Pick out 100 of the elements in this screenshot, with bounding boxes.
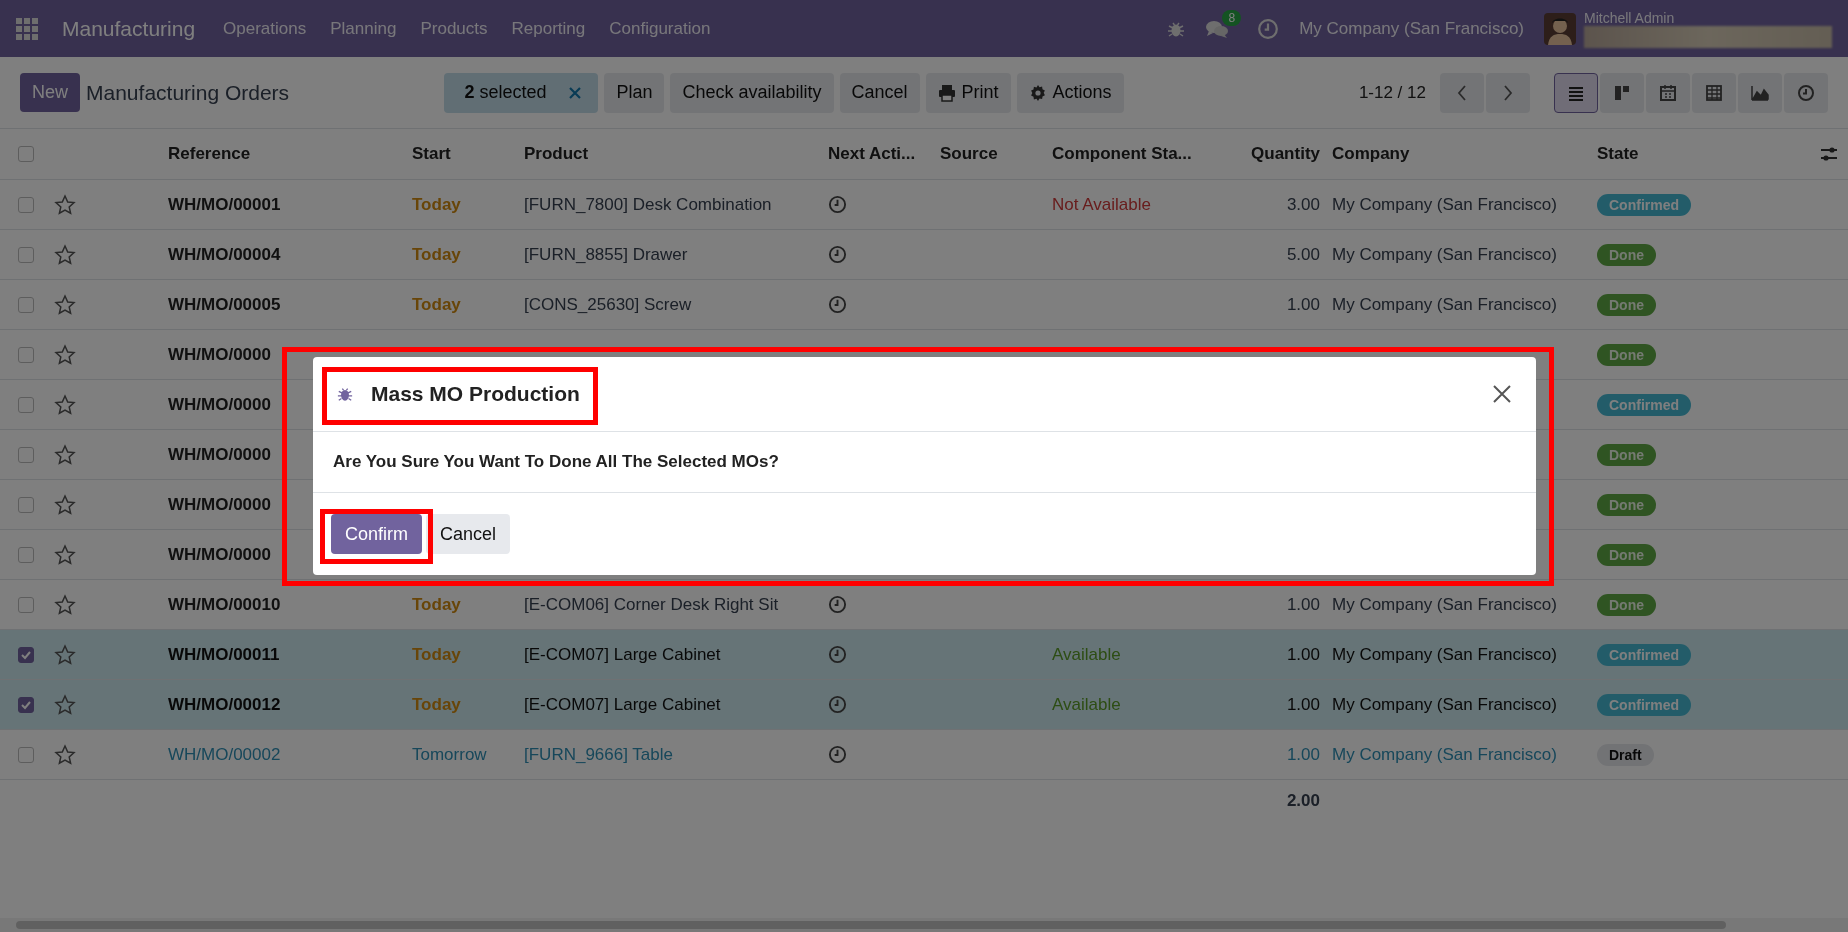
horizontal-scrollbar[interactable] [0, 918, 1848, 932]
column-header[interactable]: Company [1324, 144, 1589, 164]
close-icon[interactable] [568, 85, 583, 100]
state-badge: Confirmed [1597, 643, 1691, 666]
table-cell[interactable]: WH/MO/00011 [160, 644, 404, 665]
column-header[interactable]: Reference [160, 144, 404, 164]
app-name[interactable]: Manufacturing [62, 16, 196, 41]
action-button[interactable]: Plan [604, 72, 665, 113]
row-checkbox[interactable] [18, 646, 34, 663]
star-icon[interactable] [54, 243, 76, 266]
table-cell-text: My Company (San Francisco) [1331, 294, 1558, 315]
star-icon[interactable] [54, 643, 76, 666]
view-switch-button[interactable] [1646, 72, 1690, 113]
cancel-button[interactable]: Cancel [426, 514, 511, 554]
activity-clock-icon[interactable] [828, 295, 847, 314]
menu-item[interactable]: Reporting [511, 18, 586, 39]
view-switch-button[interactable] [1554, 72, 1598, 113]
close-button[interactable] [1492, 384, 1512, 404]
select-all-checkbox[interactable] [18, 146, 34, 162]
action-button[interactable]: Actions [1016, 72, 1124, 113]
chevron-right-icon [1502, 83, 1514, 102]
table-icon [1704, 82, 1724, 103]
state-badge: Confirmed [1597, 193, 1691, 216]
new-button[interactable]: New [20, 73, 80, 112]
action-button[interactable]: Cancel [839, 72, 920, 113]
star-icon[interactable] [54, 443, 76, 466]
table-cell-text: 1.00 [1285, 594, 1321, 615]
activity-clock-icon[interactable] [828, 195, 847, 214]
table-cell[interactable]: WH/MO/00005 [160, 294, 404, 315]
star-icon[interactable] [54, 543, 76, 566]
row-checkbox[interactable] [18, 296, 34, 313]
column-header[interactable]: Next Acti... [820, 144, 932, 164]
state-badge: Confirmed [1597, 693, 1691, 716]
printer-icon [937, 83, 956, 102]
table-cell-text: 1.00 [1285, 744, 1321, 765]
close-icon [1492, 384, 1512, 404]
menu-item[interactable]: Operations [223, 18, 307, 39]
menu-item[interactable]: Products [420, 18, 488, 39]
table-cell-text: Available [1051, 694, 1122, 715]
row-checkbox[interactable] [18, 496, 34, 513]
table-cell[interactable]: WH/MO/00004 [160, 244, 404, 265]
menu-item[interactable]: Configuration [609, 18, 711, 39]
column-header[interactable]: Source [932, 144, 1044, 164]
column-header[interactable]: Component Sta... [1044, 144, 1214, 164]
table-cell-text: 1.00 [1285, 644, 1321, 665]
star-icon[interactable] [54, 743, 76, 766]
action-button[interactable]: Print [925, 72, 1011, 113]
view-switch-button[interactable] [1692, 72, 1736, 113]
activity-clock-icon[interactable] [828, 645, 847, 664]
breadcrumb: Manufacturing Orders [86, 80, 290, 105]
table-cell[interactable]: WH/MO/00010 [160, 594, 404, 615]
table-cell-text: [FURN_9666] Table [523, 744, 674, 765]
column-header[interactable]: Start [404, 144, 516, 164]
chat-icon[interactable] [1205, 18, 1230, 39]
star-icon[interactable] [54, 193, 76, 216]
user-name[interactable]: Mitchell Admin [1584, 9, 1832, 26]
star-icon[interactable] [54, 693, 76, 716]
row-checkbox[interactable] [18, 396, 34, 413]
menu-item[interactable]: Planning [330, 18, 397, 39]
table-cell[interactable]: WH/MO/00012 [160, 694, 404, 715]
star-icon[interactable] [54, 293, 76, 316]
row-checkbox[interactable] [18, 446, 34, 463]
table-cell[interactable]: WH/MO/00001 [160, 194, 404, 215]
row-checkbox[interactable] [18, 246, 34, 263]
table-cell-text: Available [1051, 644, 1122, 665]
apps-menu-icon[interactable] [16, 17, 38, 40]
star-icon[interactable] [54, 343, 76, 366]
star-icon[interactable] [54, 493, 76, 516]
state-badge: Done [1597, 543, 1656, 566]
row-checkbox[interactable] [18, 746, 34, 763]
row-checkbox[interactable] [18, 546, 34, 563]
table-cell-text: Today [411, 244, 462, 265]
column-header[interactable]: Quantity [1214, 144, 1324, 164]
column-header[interactable]: State [1589, 144, 1789, 164]
settings-icon [1028, 83, 1047, 102]
company-switcher[interactable]: My Company (San Francisco) [1299, 18, 1524, 39]
state-badge: Done [1597, 443, 1656, 466]
star-icon[interactable] [54, 593, 76, 616]
view-switch-button[interactable] [1784, 72, 1828, 113]
column-settings-icon[interactable] [1820, 146, 1838, 162]
row-checkbox[interactable] [18, 696, 34, 713]
activity-clock-icon[interactable] [828, 245, 847, 264]
row-checkbox[interactable] [18, 596, 34, 613]
table-cell-text: [E-COM06] Corner Desk Right Sit [523, 594, 780, 615]
view-switch-button[interactable] [1600, 72, 1644, 113]
avatar[interactable] [1544, 12, 1576, 45]
star-icon[interactable] [54, 393, 76, 416]
table-cell-text: 3.00 [1285, 194, 1321, 215]
activity-clock-icon[interactable] [828, 595, 847, 614]
action-button[interactable]: Check availability [670, 72, 834, 113]
view-switch-button[interactable] [1738, 72, 1782, 113]
table-cell[interactable]: WH/MO/00002 [160, 744, 404, 765]
activity-clock-icon[interactable] [828, 745, 847, 764]
activity-clock-icon[interactable] [828, 695, 847, 714]
column-header[interactable]: Product [516, 144, 820, 164]
table-cell-text: [E-COM07] Large Cabinet [523, 694, 722, 715]
row-checkbox[interactable] [18, 346, 34, 363]
table-cell-text: My Company (San Francisco) [1331, 694, 1558, 715]
row-checkbox[interactable] [18, 196, 34, 213]
confirm-button[interactable]: Confirm [331, 514, 422, 554]
